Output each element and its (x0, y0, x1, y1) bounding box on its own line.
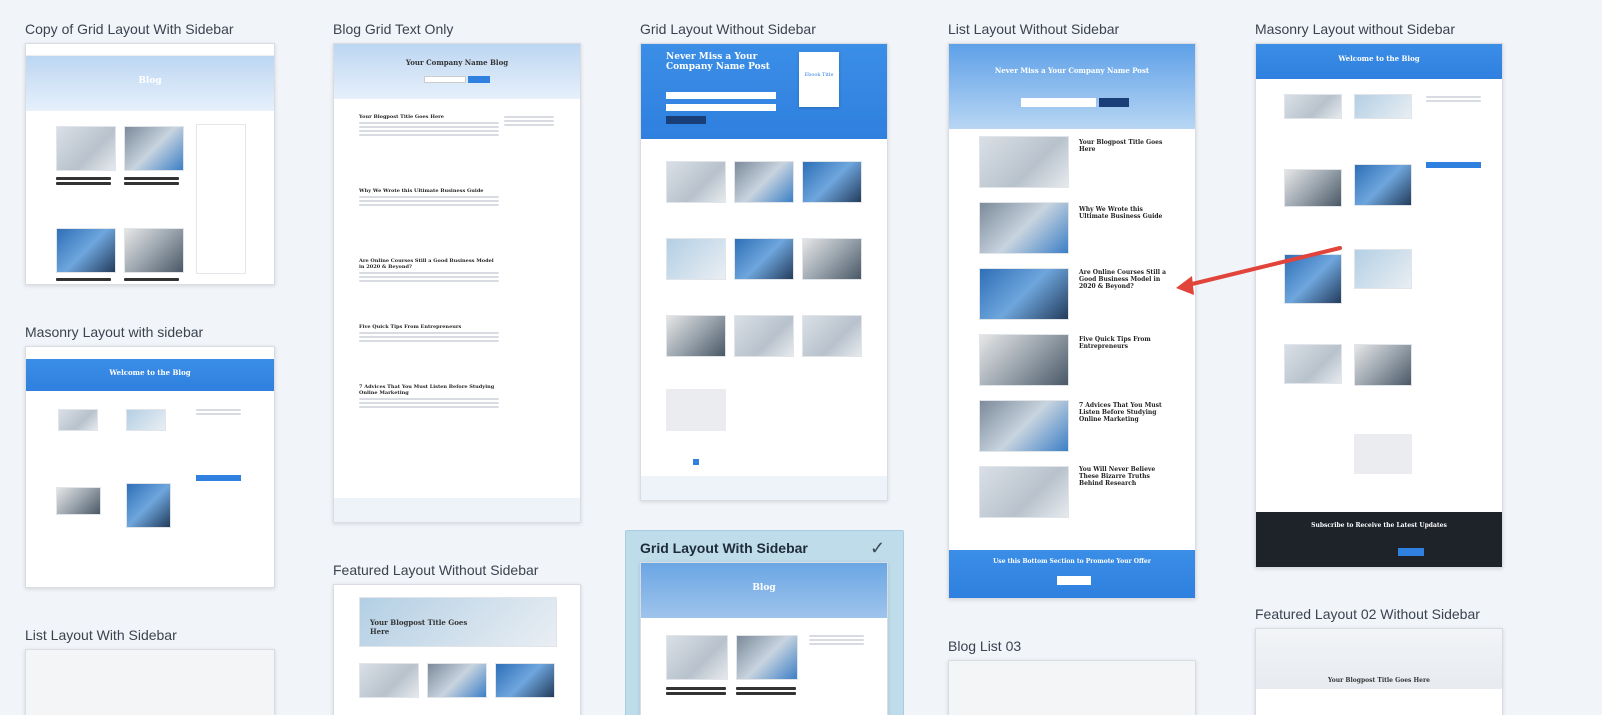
post-title: Why We Wrote this Ultimate Business Guid… (359, 188, 484, 194)
template-thumbnail-featured-02-no-sidebar[interactable]: Your Blogpost Title Goes Here (1255, 628, 1503, 715)
template-title: Featured Layout 02 Without Sidebar (1255, 606, 1480, 622)
checkmark-icon: ✓ (870, 538, 886, 558)
template-thumbnail-masonry-no-sidebar[interactable]: Welcome to the Blog Subscribe to Receive… (1255, 43, 1503, 568)
preview-hero-title: Your Company Name Blog (405, 58, 509, 67)
post-title: 7 Advices That You Must Listen Before St… (1079, 402, 1162, 423)
post-title: You Will Never Believe These Bizarre Tru… (1079, 466, 1156, 487)
featured-title: Your Blogpost Title Goes Here (370, 618, 468, 636)
template-thumbnail-list-no-sidebar[interactable]: Never Miss a Your Company Name Post Your… (948, 43, 1196, 599)
preview-hero-title: Never Miss a Your Company Name Post (666, 52, 770, 72)
subscribe-text: Subscribe to Receive the Latest Updates (1311, 522, 1447, 529)
template-thumbnail-copy-grid-sidebar[interactable]: Blog (25, 43, 275, 285)
post-title: Are Online Courses Still a Good Business… (1079, 269, 1167, 290)
template-title: List Layout With Sidebar (25, 627, 177, 643)
column-3: Grid Layout Without Sidebar Never Miss a… (625, 0, 920, 715)
column-5: Masonry Layout without Sidebar Welcome t… (1255, 0, 1515, 715)
template-title-selected: Grid Layout With Sidebar (640, 540, 808, 556)
post-title: Five Quick Tips From Entrepreneurs (1079, 336, 1151, 350)
preview-hero-title: Blog (752, 583, 776, 593)
promote-text: Use this Bottom Section to Promote Your … (993, 558, 1151, 565)
column-2: Blog Grid Text Only Your Company Name Bl… (333, 0, 583, 715)
template-thumbnail-grid-no-sidebar[interactable]: Never Miss a Your Company Name Post Eboo… (640, 43, 888, 501)
template-title: Masonry Layout without Sidebar (1255, 21, 1455, 37)
column-4: List Layout Without Sidebar Never Miss a… (948, 0, 1198, 715)
template-title: Blog Grid Text Only (333, 21, 454, 37)
column-1: Copy of Grid Layout With Sidebar Blog Ma… (25, 0, 275, 715)
template-thumbnail-masonry-sidebar[interactable]: Welcome to the Blog (25, 346, 275, 588)
featured-title: Your Blogpost Title Goes Here (1328, 677, 1430, 684)
post-title: Five Quick Tips From Entrepreneurs (359, 324, 462, 330)
preview-hero-title: Blog (138, 76, 162, 86)
template-thumbnail-blog-list-03[interactable] (948, 660, 1196, 715)
template-thumbnail-list-sidebar[interactable] (25, 649, 275, 715)
template-title: Featured Layout Without Sidebar (333, 562, 539, 578)
template-title: Grid Layout Without Sidebar (640, 21, 816, 37)
template-thumbnail-blog-grid-text[interactable]: Your Company Name Blog Your Blogpost Tit… (333, 43, 581, 523)
template-thumbnail-featured-no-sidebar[interactable]: Your Blogpost Title Goes Here (333, 584, 581, 715)
post-title: Your Blogpost Title Goes Here (359, 114, 444, 120)
preview-hero-title: Welcome to the Blog (1338, 54, 1420, 63)
post-title: 7 Advices That You Must Listen Before St… (359, 384, 495, 396)
post-title: Are Online Courses Still a Good Business… (359, 258, 494, 270)
template-title: Blog List 03 (948, 638, 1022, 654)
post-title: Why We Wrote this Ultimate Business Guid… (1079, 206, 1163, 220)
template-title: Copy of Grid Layout With Sidebar (25, 21, 234, 37)
scrollbar[interactable] (1592, 0, 1602, 715)
post-title: Your Blogpost Title Goes Here (1079, 139, 1163, 153)
template-thumbnail-grid-sidebar[interactable]: Blog (640, 562, 888, 715)
preview-hero-title: Never Miss a Your Company Name Post (994, 66, 1150, 75)
template-title: Masonry Layout with sidebar (25, 324, 204, 340)
preview-hero-title: Welcome to the Blog (109, 368, 191, 377)
ebook-title: Ebook Title (804, 72, 834, 78)
template-title: List Layout Without Sidebar (948, 21, 1120, 37)
